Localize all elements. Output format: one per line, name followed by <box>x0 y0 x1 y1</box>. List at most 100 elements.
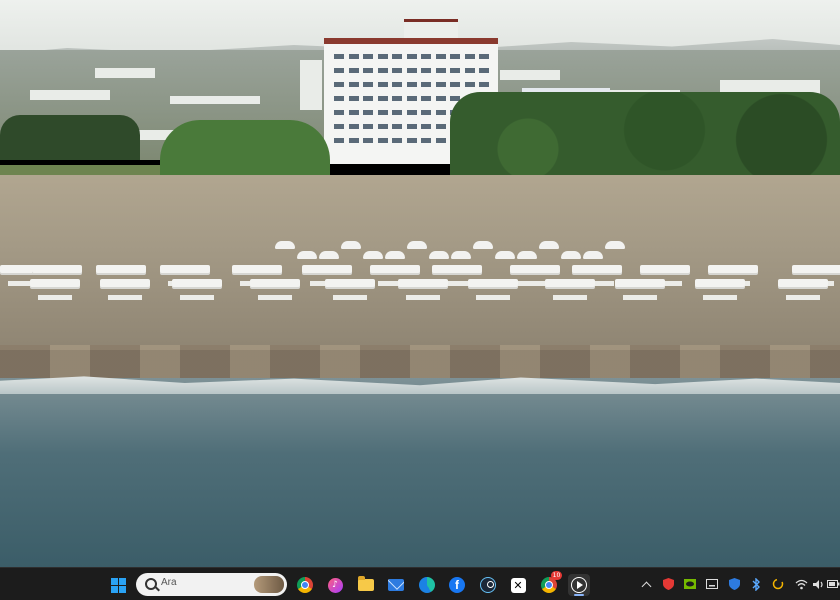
hotel-window <box>363 54 373 59</box>
hotel-window <box>421 124 431 129</box>
beach-cabana <box>32 265 82 286</box>
tray-shield-red[interactable] <box>661 577 675 591</box>
hotel-window <box>421 68 431 73</box>
search-box[interactable]: Ara <box>136 573 287 596</box>
notification-badge: 10 <box>551 571 562 580</box>
active-indicator <box>574 594 584 596</box>
taskbar-app-chrome[interactable] <box>294 574 316 596</box>
hotel-window <box>421 110 431 115</box>
show-hidden-icons-button[interactable] <box>640 577 652 591</box>
tray-wifi[interactable] <box>794 577 808 591</box>
sand-beach <box>0 175 840 350</box>
beach-cabana <box>172 279 222 300</box>
hotel-window <box>334 82 344 87</box>
beach-cabana <box>232 265 282 286</box>
chrome-icon <box>297 577 313 593</box>
taskbar-app-media-player[interactable] <box>568 574 590 596</box>
hotel-window <box>464 54 475 59</box>
beach-cabana <box>708 265 758 286</box>
beach-cabana <box>96 265 146 286</box>
hotel-window <box>348 124 359 129</box>
hotel-window <box>392 54 402 59</box>
volume-icon <box>812 579 823 589</box>
search-highlight-image <box>254 576 284 593</box>
hotel-window <box>392 82 402 87</box>
hotel-window <box>334 138 344 143</box>
beach-cabana <box>615 279 665 300</box>
beach-cabana <box>792 265 840 286</box>
beach-cabana <box>510 265 560 286</box>
hotel-window <box>334 96 344 101</box>
beach-umbrella <box>473 241 493 249</box>
taskbar-app-edge[interactable] <box>416 574 438 596</box>
beach-cabana <box>572 265 622 286</box>
steam-icon <box>480 577 496 593</box>
hotel-window <box>334 68 344 73</box>
taskbar-app-mail[interactable] <box>385 574 407 596</box>
beach-umbrella <box>385 251 405 259</box>
beach-umbrella <box>407 241 427 249</box>
tray-bluetooth[interactable] <box>749 577 763 591</box>
hotel-window <box>363 68 373 73</box>
search-icon <box>145 578 157 590</box>
sync-icon <box>772 578 784 590</box>
hotel-window <box>377 68 388 73</box>
folder-icon <box>358 576 374 591</box>
taskbar-app-facebook[interactable]: f <box>446 574 468 596</box>
tray-sync[interactable] <box>771 577 785 591</box>
search-placeholder: Ara <box>161 577 177 588</box>
tree-line <box>0 115 140 160</box>
shield-red-icon <box>662 578 674 590</box>
nvidia-icon <box>684 579 696 589</box>
hotel-window <box>435 68 446 73</box>
hotel-window <box>421 54 431 59</box>
taskbar-app-file-explorer[interactable] <box>355 574 377 596</box>
tray-nvidia[interactable] <box>683 577 697 591</box>
hotel-window <box>377 96 388 101</box>
hotel-window <box>479 54 489 59</box>
garden-trees <box>160 120 330 180</box>
taskbar-app-steam[interactable] <box>477 574 499 596</box>
beach-umbrella <box>363 251 383 259</box>
sea <box>0 378 840 567</box>
taskbar-app-capcut[interactable]: ✕ <box>507 574 529 596</box>
facebook-icon: f <box>449 577 465 593</box>
beach-umbrella <box>583 251 603 259</box>
hotel-window <box>435 138 446 143</box>
hotel-window <box>406 82 417 87</box>
hotel-window <box>348 82 359 87</box>
beach-cabana <box>398 279 448 300</box>
tray-battery[interactable] <box>827 577 840 591</box>
hotel-window <box>348 68 359 73</box>
tray-keyboard[interactable] <box>705 577 719 591</box>
beach-cabana <box>160 265 210 286</box>
beach-umbrella <box>319 251 339 259</box>
hotel-window <box>450 54 460 59</box>
beach-umbrella <box>275 241 295 249</box>
tray-defender[interactable] <box>727 577 741 591</box>
battery-icon <box>827 580 840 588</box>
hotel-window <box>421 82 431 87</box>
taskbar: Ara ♪ f ✕ 10 <box>0 567 840 600</box>
hotel-window <box>363 138 373 143</box>
music-icon: ♪ <box>327 577 343 593</box>
hotel-window <box>392 138 402 143</box>
hotel-window <box>406 68 417 73</box>
hotel-window <box>406 138 417 143</box>
beach-umbrella <box>341 241 361 249</box>
hotel-window <box>377 124 388 129</box>
beach-umbrella <box>495 251 515 259</box>
beach-umbrella <box>429 251 449 259</box>
windows-start-icon <box>110 577 126 593</box>
taskbar-app-chrome-profile[interactable]: 10 <box>538 571 562 596</box>
start-button[interactable] <box>107 574 129 596</box>
hotel-window <box>406 54 417 59</box>
hotel-window <box>406 124 417 129</box>
hotel-window <box>450 82 460 87</box>
hotel-window <box>392 96 402 101</box>
tree-line <box>450 92 840 187</box>
taskbar-app-music[interactable]: ♪ <box>324 574 346 596</box>
play-icon <box>571 577 587 593</box>
tray-volume[interactable] <box>811 577 825 591</box>
hotel-window <box>348 138 359 143</box>
